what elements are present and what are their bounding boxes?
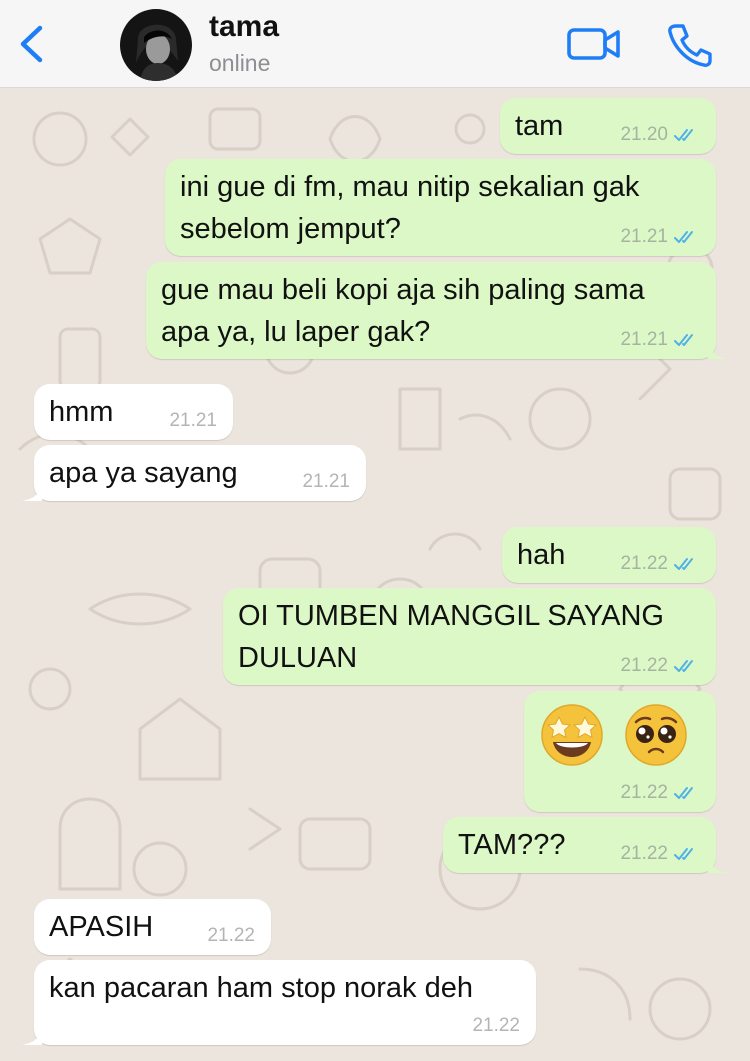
bubble-tail — [22, 1025, 42, 1045]
video-camera-icon — [567, 28, 620, 60]
message-time: 21.22 — [620, 553, 668, 574]
phone-icon — [668, 24, 712, 67]
message-meta: 21.20 — [620, 124, 700, 146]
message-meta: 21.21 — [620, 226, 700, 248]
contact-name[interactable]: tama — [209, 10, 279, 44]
message-time: 21.22 — [207, 925, 255, 946]
chevron-left-icon — [20, 25, 43, 63]
message-time: 21.21 — [169, 410, 217, 431]
bubble-tail — [708, 339, 728, 359]
message-time: 21.22 — [620, 843, 668, 864]
message-meta: 21.21 — [169, 410, 217, 432]
bubble-tail — [708, 853, 728, 873]
incoming-message[interactable]: APASIH 21.22 — [34, 899, 271, 955]
message-time: 21.22 — [620, 655, 668, 676]
incoming-message[interactable]: hmm 21.21 — [34, 384, 233, 440]
message-meta: 21.22 — [472, 1015, 520, 1037]
message-time: 21.20 — [620, 124, 668, 145]
message-text-line: ini gue di fm, mau nitip sekalian gak — [180, 171, 640, 203]
outgoing-message[interactable]: TAM??? 21.22 — [443, 817, 728, 873]
double-check-icon — [674, 129, 693, 141]
double-check-icon — [674, 334, 693, 346]
message-text: TAM??? — [458, 829, 566, 861]
voice-call-button[interactable] — [666, 22, 712, 68]
incoming-message[interactable]: apa ya sayang 21.21 — [22, 445, 366, 501]
emoji-row — [539, 698, 700, 768]
star-struck-emoji — [541, 704, 603, 766]
message-meta: 21.22 — [620, 553, 700, 575]
message-text: tam — [515, 110, 564, 142]
double-check-icon — [674, 848, 693, 860]
message-text: kan pacaran ham stop norak deh — [49, 972, 473, 1004]
video-call-button[interactable] — [566, 24, 622, 64]
message-meta: 21.22 — [620, 782, 700, 804]
chat-area[interactable]: tam 21.20 ini gue di fm, mau nitip sekal… — [0, 89, 750, 1061]
message-meta: 21.21 — [302, 471, 350, 493]
message-time: 21.21 — [620, 226, 668, 247]
message-time: 21.22 — [620, 782, 668, 803]
outgoing-message[interactable]: gue mau beli kopi aja sih paling sama ap… — [146, 262, 728, 359]
message-text: APASIH — [49, 911, 154, 943]
double-check-icon — [674, 787, 693, 799]
double-check-icon — [674, 660, 693, 672]
message-meta: 21.22 — [620, 655, 700, 677]
outgoing-message[interactable]: OI TUMBEN MANGGIL SAYANG DULUAN 21.22 — [223, 588, 716, 685]
message-text: hah — [517, 539, 566, 571]
outgoing-message[interactable]: tam 21.20 — [500, 98, 716, 154]
outgoing-emoji-message[interactable]: 21.22 — [524, 691, 716, 812]
pleading-face-emoji — [625, 704, 687, 766]
contact-status: online — [209, 50, 271, 76]
message-meta: 21.22 — [620, 843, 700, 865]
message-meta: 21.22 — [207, 925, 255, 947]
message-text: apa ya sayang — [49, 457, 238, 489]
outgoing-message[interactable]: hah 21.22 — [502, 527, 716, 583]
message-text-line: gue mau beli kopi aja sih paling sama — [161, 274, 645, 306]
double-check-icon — [674, 231, 693, 243]
outgoing-message[interactable]: ini gue di fm, mau nitip sekalian gak se… — [165, 159, 716, 256]
bubble-tail — [22, 481, 42, 501]
message-time: 21.21 — [620, 329, 668, 350]
message-time: 21.21 — [302, 471, 350, 492]
message-meta: 21.21 — [620, 329, 700, 351]
message-text-line: OI TUMBEN MANGGIL SAYANG — [238, 600, 664, 632]
incoming-message[interactable]: kan pacaran ham stop norak deh 21.22 — [22, 960, 536, 1045]
message-text: hmm — [49, 396, 114, 428]
contact-avatar[interactable] — [120, 9, 192, 81]
chat-header: tama online — [0, 0, 750, 88]
back-button[interactable] — [10, 22, 54, 66]
message-text-line: apa ya, lu laper gak? — [161, 316, 431, 348]
message-time: 21.22 — [472, 1015, 520, 1036]
double-check-icon — [674, 558, 693, 570]
